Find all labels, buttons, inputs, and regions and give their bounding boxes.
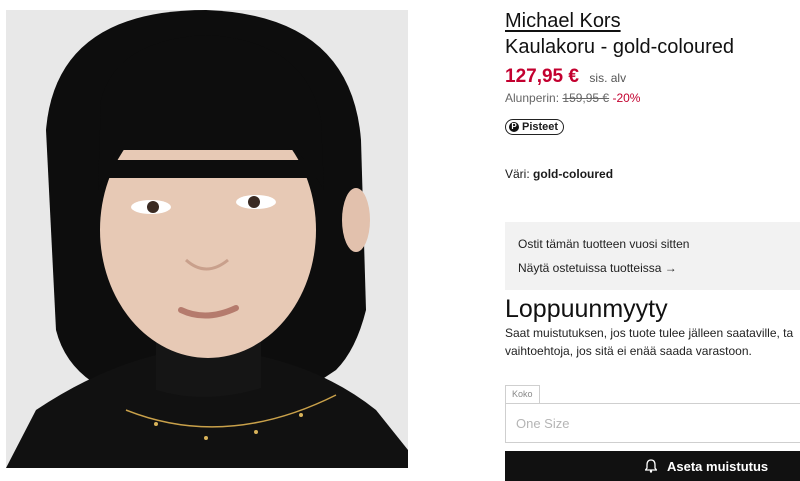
product-title: Kaulakoru - gold-coloured bbox=[505, 36, 735, 58]
bell-icon bbox=[645, 459, 657, 473]
vat-note: sis. alv bbox=[589, 71, 627, 85]
soldout-heading: Loppuunmyyty bbox=[505, 295, 668, 323]
purchase-history-box: Ostit tämän tuotteen vuosi sitten Näytä … bbox=[505, 222, 800, 290]
soldout-description: Saat muistutuksen, jos tuote tulee jälle… bbox=[505, 326, 794, 358]
color-label: Väri: bbox=[505, 167, 530, 181]
size-value: One Size bbox=[516, 416, 570, 431]
size-field-label: Koko bbox=[505, 385, 540, 403]
color-row: Väri: gold-coloured bbox=[505, 167, 613, 181]
original-price-label: Alunperin: bbox=[505, 91, 560, 105]
color-value: gold-coloured bbox=[533, 167, 614, 181]
original-price: 159,95 € bbox=[562, 91, 610, 105]
current-price: 127,95 € bbox=[505, 66, 579, 87]
set-reminder-label: Aseta muistutus bbox=[667, 459, 769, 474]
set-reminder-button[interactable]: Aseta muistutus bbox=[505, 451, 800, 481]
original-price-row: Alunperin: 159,95 € -20% bbox=[505, 91, 640, 105]
discount-badge: -20% bbox=[612, 91, 641, 105]
product-info-panel: Michael Kors Kaulakoru - gold-coloured 1… bbox=[505, 0, 800, 481]
price-row: 127,95 € sis. alv bbox=[505, 66, 626, 88]
purchase-history-link[interactable]: Näytä ostetuissa tuotteissa → bbox=[518, 261, 677, 275]
product-image[interactable] bbox=[6, 10, 408, 468]
model-photo bbox=[6, 10, 408, 468]
points-label: Pisteet bbox=[522, 121, 559, 133]
size-select[interactable]: One Size bbox=[505, 403, 800, 443]
points-badge[interactable]: P Pisteet bbox=[505, 119, 565, 135]
purchase-history-text: Ostit tämän tuotteen vuosi sitten bbox=[518, 237, 690, 251]
brand-link[interactable]: Michael Kors bbox=[505, 10, 621, 33]
points-icon: P bbox=[509, 122, 519, 132]
